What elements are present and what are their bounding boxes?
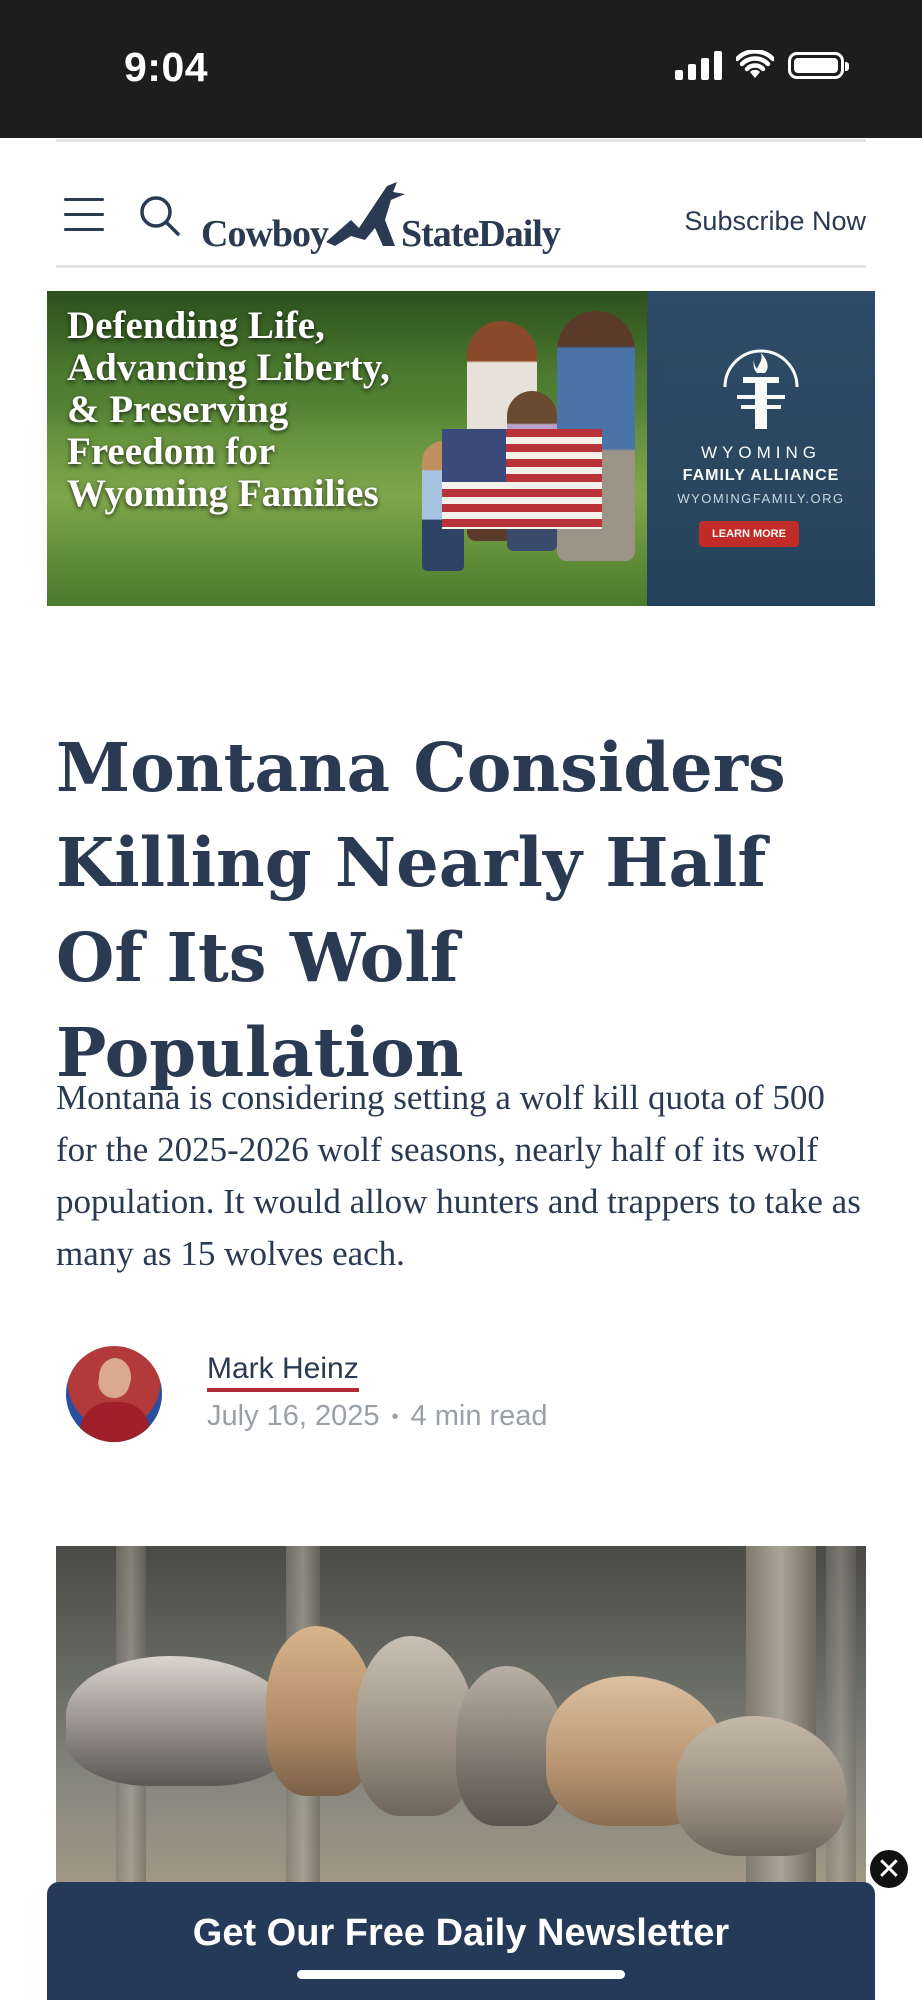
search-icon[interactable] [138,194,182,238]
menu-icon[interactable] [64,198,104,238]
flag-image [442,429,602,529]
wolf-figure [676,1716,846,1856]
article-title: Montana Considers Killing Nearly Half Of… [56,728,786,1092]
subscribe-button[interactable]: Subscribe Now [684,206,866,237]
author-avatar[interactable] [66,1346,162,1442]
site-header: Cowboy StateDaily Subscribe Now [56,160,866,280]
header-bottom-rule [56,265,866,268]
ad-banner[interactable]: Defending Life, Advancing Liberty, & Pre… [47,291,875,606]
ad-org-line2: FAMILY ALLIANCE [682,467,840,484]
author-link[interactable]: Mark Heinz [207,1352,359,1392]
logo-word-right: StateDaily [401,213,561,255]
home-indicator[interactable] [297,1970,625,1979]
article-meta: July 16, 2025 • 4 min read [207,1400,548,1433]
ad-org-line1: WYOMING [701,443,821,462]
byline: Mark Heinz July 16, 2025 • 4 min read [56,1340,866,1450]
status-icons [675,50,849,80]
ad-org-url: WYOMINGFAMILY.ORG [677,491,845,506]
torch-icon [723,345,799,429]
wifi-icon [736,50,774,78]
logo-word-left: Cowboy [201,213,329,255]
newsletter-label: Get Our Free Daily Newsletter [192,1912,730,1954]
ad-brand-panel: WYOMING FAMILY ALLIANCE WYOMINGFAMILY.OR… [647,291,875,606]
ad-learn-more-button[interactable]: LEARN MORE [699,521,799,547]
status-time: 9:04 [124,44,209,90]
status-bar: 9:04 [0,0,922,138]
signal-icon [675,50,722,80]
meta-separator: • [391,1405,399,1428]
site-logo[interactable]: Cowboy StateDaily [201,174,581,264]
battery-icon [788,51,849,79]
ad-headline: Defending Life, Advancing Liberty, & Pre… [67,304,390,515]
bucking-horse-icon [326,182,405,246]
close-icon[interactable]: ✕ [868,1848,910,1890]
wolf-figure [66,1656,296,1786]
ad-family-photo [407,311,677,606]
publish-date: July 16, 2025 [207,1400,380,1432]
read-time: 4 min read [410,1400,548,1432]
article-dek: Montana is considering setting a wolf ki… [56,1078,861,1273]
newsletter-banner[interactable]: Get Our Free Daily Newsletter [47,1882,875,2000]
header-top-rule [56,139,866,142]
